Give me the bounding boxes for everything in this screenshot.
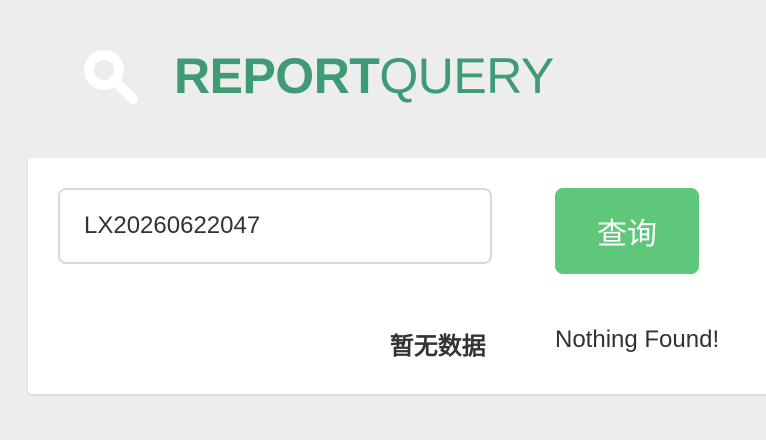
brand-light-text: QUERY (379, 48, 554, 104)
search-icon (84, 50, 138, 104)
brand-logo: REPORT QUERY (174, 51, 554, 101)
report-query-input[interactable] (58, 188, 492, 264)
brand-strong-text: REPORT (174, 48, 380, 104)
query-panel: 查询 暂无数据 Nothing Found! (28, 158, 766, 394)
no-data-message-cn: 暂无数据 (390, 332, 486, 360)
header: REPORT QUERY (80, 46, 554, 106)
no-data-message-en: Nothing Found! (555, 326, 720, 353)
query-button[interactable]: 查询 (555, 188, 699, 274)
